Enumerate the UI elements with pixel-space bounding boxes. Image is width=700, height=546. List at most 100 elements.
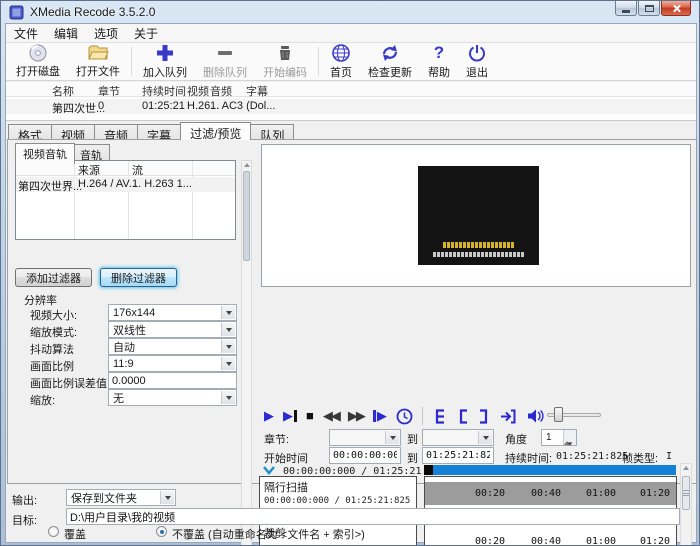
tab-filter-preview[interactable]: 过滤/预览 bbox=[180, 122, 251, 140]
subtitle-line-2 bbox=[433, 252, 525, 257]
zoom-select[interactable]: 无 bbox=[108, 389, 237, 406]
end-time-input[interactable] bbox=[422, 447, 494, 464]
scrollbar-thumb[interactable] bbox=[243, 171, 250, 261]
open-disc-button[interactable]: 打开磁盘 bbox=[8, 44, 68, 79]
col-audio[interactable]: 音频 bbox=[210, 83, 232, 99]
play-icon: ▶ bbox=[377, 406, 387, 426]
open-file-button[interactable]: 打开文件 bbox=[68, 44, 128, 79]
zoom-value: 无 bbox=[113, 390, 124, 406]
start-time-input[interactable] bbox=[329, 447, 401, 464]
scrollbar-thumb[interactable] bbox=[682, 476, 690, 510]
spinner-buttons[interactable] bbox=[563, 430, 576, 445]
file-list: 名称 章节 持续时间 视频 音频 字幕 第四次世... 0 01:25:21 H… bbox=[6, 82, 696, 121]
remove-queue-label: 删除队列 bbox=[203, 64, 247, 80]
app-window: XMedia Recode 3.5.2.0 文件 编辑 选项 关于 打开磁盘 bbox=[0, 0, 700, 546]
ruler-tick-label: 00:40 bbox=[531, 536, 561, 546]
close-button[interactable] bbox=[661, 1, 691, 16]
no-overwrite-radio[interactable] bbox=[156, 526, 167, 537]
help-label: 帮助 bbox=[428, 64, 450, 80]
output-mode-select[interactable]: 保存到文件夹 bbox=[66, 489, 176, 506]
aspect-error-input[interactable] bbox=[108, 372, 237, 389]
file-row[interactable]: 第四次世... 0 01:25:21 H.26... 1. AC3 (Dol..… bbox=[6, 99, 696, 114]
home-label: 首页 bbox=[330, 64, 352, 80]
aspect-select[interactable]: 11:9 bbox=[108, 355, 237, 372]
stop-button[interactable]: ■ bbox=[306, 406, 314, 426]
maximize-button[interactable] bbox=[638, 1, 660, 16]
play-button[interactable]: ▶ bbox=[264, 406, 274, 426]
remove-filter-button[interactable]: 删除过滤器 bbox=[100, 268, 177, 287]
crop-end-button[interactable] bbox=[478, 407, 490, 425]
stream-row[interactable]: 第四次世界... H.264 / AV... 1. H.263 1... bbox=[16, 177, 235, 192]
menu-about[interactable]: 关于 bbox=[126, 23, 166, 44]
add-filter-button[interactable]: 添加过滤器 bbox=[15, 268, 92, 287]
tab-audio[interactable]: 音频 bbox=[94, 124, 138, 140]
subtab-video-track[interactable]: 视频音轨 bbox=[15, 143, 75, 164]
ruler-tick-label: 01:20 bbox=[640, 488, 670, 499]
col-video[interactable]: 视频 bbox=[187, 83, 209, 99]
seek-bar[interactable] bbox=[424, 465, 676, 475]
add-queue-button[interactable]: 加入队列 bbox=[135, 44, 195, 79]
fast-forward-button[interactable]: ▶▶ bbox=[348, 406, 364, 426]
volume-slider-thumb[interactable] bbox=[554, 407, 563, 422]
menu-options[interactable]: 选项 bbox=[86, 23, 126, 44]
step-forward-button[interactable]: ▶ bbox=[373, 406, 387, 426]
track-crop-ruler[interactable]: 00:20 00:40 01:00 01:20 bbox=[424, 522, 677, 546]
tab-video[interactable]: 视频 bbox=[51, 124, 95, 140]
tab-subtitle[interactable]: 字幕 bbox=[137, 124, 181, 140]
angle-spinner[interactable]: 1 bbox=[541, 429, 577, 446]
timeline-vscrollbar[interactable] bbox=[680, 463, 692, 546]
col-source[interactable]: 来源 bbox=[78, 162, 100, 178]
home-button[interactable]: 首页 bbox=[322, 44, 360, 79]
arrow-to-end-icon bbox=[499, 407, 517, 425]
quit-button[interactable]: 退出 bbox=[458, 44, 496, 79]
aspect-error-label: 画面比例误差值: bbox=[30, 375, 110, 391]
col-stream[interactable]: 流 bbox=[132, 162, 143, 178]
col-duration[interactable]: 持续时间 bbox=[142, 83, 186, 99]
ruler-band: 00:20 00:40 01:00 01:20 bbox=[425, 482, 676, 505]
video-size-select[interactable]: 176x144 bbox=[108, 304, 237, 321]
col-chapter[interactable]: 章节 bbox=[98, 83, 120, 99]
tab-queue[interactable]: 队列 bbox=[250, 124, 294, 140]
overwrite-radio[interactable] bbox=[48, 526, 59, 537]
ruler-tick-label: 00:20 bbox=[475, 488, 505, 499]
video-size-value: 176x144 bbox=[113, 307, 155, 319]
minimize-button[interactable] bbox=[615, 1, 637, 16]
seek-position-marker[interactable] bbox=[424, 465, 433, 475]
left-panel-scrollbar[interactable] bbox=[241, 160, 252, 546]
minimize-icon bbox=[622, 10, 630, 13]
chapter-to-select[interactable] bbox=[422, 429, 494, 446]
column-divider bbox=[128, 161, 129, 239]
check-update-button[interactable]: 检查更新 bbox=[360, 44, 420, 79]
remove-queue-button[interactable]: 删除队列 bbox=[195, 44, 255, 79]
file-duration: 01:25:21 bbox=[142, 100, 185, 112]
menu-file[interactable]: 文件 bbox=[6, 23, 46, 44]
chapter-from-select[interactable] bbox=[329, 429, 401, 446]
file-list-header: 名称 章节 持续时间 视频 音频 字幕 bbox=[6, 82, 696, 97]
ruler-tick-label: 00:40 bbox=[531, 488, 561, 499]
mark-in-button[interactable] bbox=[432, 407, 448, 425]
mute-button[interactable] bbox=[526, 408, 544, 424]
bracket-left-icon bbox=[457, 407, 469, 425]
goto-end-button[interactable] bbox=[499, 407, 517, 425]
help-button[interactable]: ? 帮助 bbox=[420, 44, 458, 79]
target-path-input[interactable] bbox=[66, 508, 680, 525]
crop-start-button[interactable] bbox=[457, 407, 469, 425]
menu-edit[interactable]: 编辑 bbox=[46, 23, 86, 44]
scale-mode-select[interactable]: 双线性 bbox=[108, 321, 237, 338]
dither-select[interactable]: 自动 bbox=[108, 338, 237, 355]
globe-icon bbox=[331, 43, 351, 63]
scroll-up-icon bbox=[683, 466, 689, 470]
col-name[interactable]: 名称 bbox=[52, 83, 74, 99]
rewind-button[interactable]: ◀◀ bbox=[323, 406, 339, 426]
maximize-icon bbox=[645, 5, 654, 12]
aspect-label: 画面比例 bbox=[30, 358, 74, 374]
start-encode-button[interactable]: 开始编码 bbox=[255, 44, 315, 79]
play-to-end-button[interactable]: ▶ bbox=[283, 406, 297, 426]
collapse-chevron-icon[interactable] bbox=[262, 465, 276, 476]
tab-format[interactable]: 格式 bbox=[8, 124, 52, 140]
video-frame[interactable] bbox=[418, 166, 539, 265]
duration-value: 01:25:21:825 bbox=[556, 451, 628, 462]
col-subtitle[interactable]: 字幕 bbox=[246, 83, 268, 99]
output-label: 输出: bbox=[12, 492, 37, 508]
timer-button[interactable] bbox=[396, 408, 413, 425]
